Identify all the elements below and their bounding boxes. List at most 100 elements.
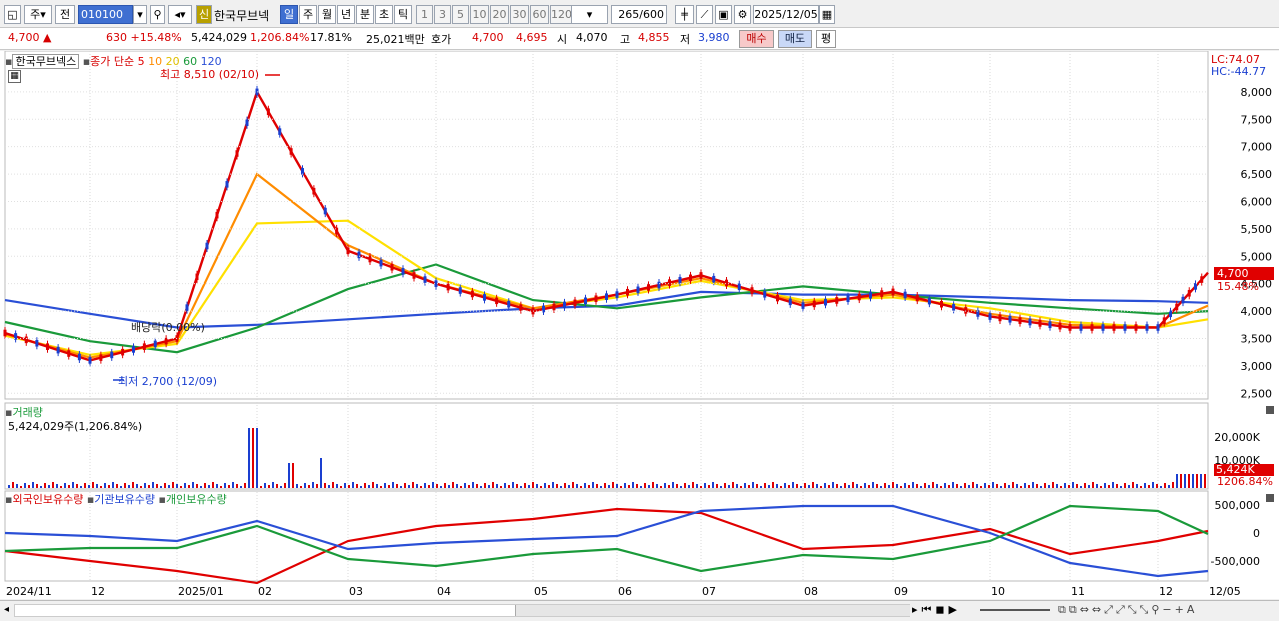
calendar-icon[interactable]: ▦ xyxy=(819,5,835,24)
candle-body xyxy=(835,297,839,304)
candle-body xyxy=(142,343,146,350)
eval-button[interactable]: 평 xyxy=(816,30,836,48)
speaker-icon[interactable]: ◂▾ xyxy=(168,5,192,24)
volume-bar xyxy=(528,485,530,488)
candle-body xyxy=(312,187,316,195)
turnover-value: 17.81% xyxy=(310,31,352,44)
volume-close-icon[interactable] xyxy=(1266,406,1274,414)
volume-bar xyxy=(788,485,790,488)
volume-bar xyxy=(828,485,830,488)
scroll-left-icon[interactable]: ◂ xyxy=(4,604,9,615)
volume-bar xyxy=(820,486,822,488)
minute-button-5[interactable]: 30 xyxy=(510,5,529,24)
period-tab-6[interactable]: 틱 xyxy=(394,5,412,24)
volume-bar xyxy=(548,485,550,488)
candle-body xyxy=(1008,315,1012,323)
volume-bar xyxy=(624,483,626,488)
volume-bar xyxy=(588,485,590,488)
volume-bar xyxy=(1052,482,1054,488)
volume-bar xyxy=(272,482,274,488)
holding-legend: ▪외국인보유수량 ▪기관보유수량 ▪개인보유수량 xyxy=(5,493,227,506)
candle-body xyxy=(750,287,754,294)
volume-bar xyxy=(1008,485,1010,488)
volume-bar xyxy=(284,483,286,488)
main-panel-frame xyxy=(4,51,1209,400)
minute-button-3[interactable]: 10 xyxy=(470,5,489,24)
volume-bar xyxy=(680,486,682,488)
chart-tools-icons[interactable]: ⧉⧉⇔⇔⤢⤢⤡⤡⚲−+A xyxy=(1058,603,1197,617)
minute-button-2[interactable]: 5 xyxy=(452,5,469,24)
volume-bar xyxy=(316,484,318,488)
volume-bar xyxy=(380,486,382,488)
volume-bar xyxy=(156,484,158,488)
window-icon[interactable]: ◱ xyxy=(4,5,21,24)
minute-button-4[interactable]: 20 xyxy=(490,5,509,24)
volume-bar xyxy=(608,485,610,488)
chart-area[interactable]: 8,000 7,500 7,000 6,500 6,000 5,500 5,000 4,500… xyxy=(0,51,1279,599)
volume-bar xyxy=(1020,486,1022,488)
count-field[interactable]: 265/600 xyxy=(611,5,667,24)
volume-bar xyxy=(1088,485,1090,488)
save-icon[interactable]: ▣ xyxy=(715,5,732,24)
volume-bar xyxy=(44,483,46,488)
zoom-slider[interactable] xyxy=(980,609,1050,611)
mode2-button[interactable]: 전 xyxy=(55,5,75,24)
candle-body xyxy=(964,307,968,314)
volume-bar xyxy=(388,485,390,488)
y-tick-label: 5,500 xyxy=(1241,223,1273,236)
mode1-select[interactable]: 주▾ xyxy=(24,5,52,24)
minute-button-6[interactable]: 60 xyxy=(530,5,549,24)
period-tab-4[interactable]: 분 xyxy=(356,5,374,24)
candle-body xyxy=(185,304,189,311)
volume-bar xyxy=(252,428,254,488)
volume-bar xyxy=(860,486,862,488)
candle-body xyxy=(132,346,135,353)
period-tab-0[interactable]: 일 xyxy=(280,5,298,24)
candle-icon[interactable]: ╪ xyxy=(675,5,694,24)
y-tick-label: 8,000 xyxy=(1241,86,1273,99)
high-label: 고 xyxy=(620,33,631,46)
volume-bar xyxy=(1108,485,1110,488)
code-input[interactable]: 010100 xyxy=(78,5,133,24)
volume-bar xyxy=(968,485,970,488)
sell-button[interactable]: 매도 xyxy=(778,30,812,48)
volume-bar xyxy=(76,484,78,488)
volume-bar xyxy=(740,486,742,488)
date-field[interactable]: 2025/12/05 xyxy=(753,5,819,24)
period-tab-5[interactable]: 초 xyxy=(375,5,393,24)
x-tick-label: 11 xyxy=(1071,585,1085,598)
custom-period-select[interactable]: ▾ xyxy=(571,5,608,24)
minute-button-1[interactable]: 3 xyxy=(434,5,451,24)
table-icon[interactable]: ▦ xyxy=(8,70,21,83)
volume-bar xyxy=(684,483,686,488)
holding-close-icon[interactable] xyxy=(1266,494,1274,502)
period-tab-1[interactable]: 주 xyxy=(299,5,317,24)
volume-bar xyxy=(1116,484,1118,488)
candle-body xyxy=(458,287,462,294)
scroll-thumb[interactable] xyxy=(515,605,910,616)
volume-bar xyxy=(516,484,518,488)
line-tool-icon[interactable]: ⟋ xyxy=(696,5,713,24)
period-tab-2[interactable]: 월 xyxy=(318,5,336,24)
minute-button-0[interactable]: 1 xyxy=(416,5,433,24)
candle-body xyxy=(67,350,71,357)
volume-bar xyxy=(776,484,778,488)
volume-bar xyxy=(848,485,850,488)
gear-icon[interactable]: ⚙ xyxy=(734,5,751,24)
code-dropdown-icon[interactable]: ▾ xyxy=(133,5,147,24)
holding-tick-label: 0 xyxy=(1253,527,1260,540)
volume-bar xyxy=(304,483,306,488)
buy-button[interactable]: 매수 xyxy=(739,30,774,48)
volume-bar xyxy=(568,485,570,488)
horizontal-scrollbar[interactable] xyxy=(14,604,910,617)
candle-body xyxy=(712,275,716,283)
volume-bar xyxy=(1176,474,1178,488)
search-icon[interactable]: ⚲ xyxy=(150,5,165,24)
volume-bar xyxy=(844,483,846,488)
period-tab-3[interactable]: 년 xyxy=(337,5,355,24)
volume-bar xyxy=(816,484,818,488)
minute-button-7[interactable]: 120 xyxy=(550,5,572,24)
volume-bar xyxy=(736,484,738,488)
candle-body xyxy=(470,290,474,298)
playback-controls[interactable]: ▸⏮◼▶ xyxy=(912,603,961,617)
